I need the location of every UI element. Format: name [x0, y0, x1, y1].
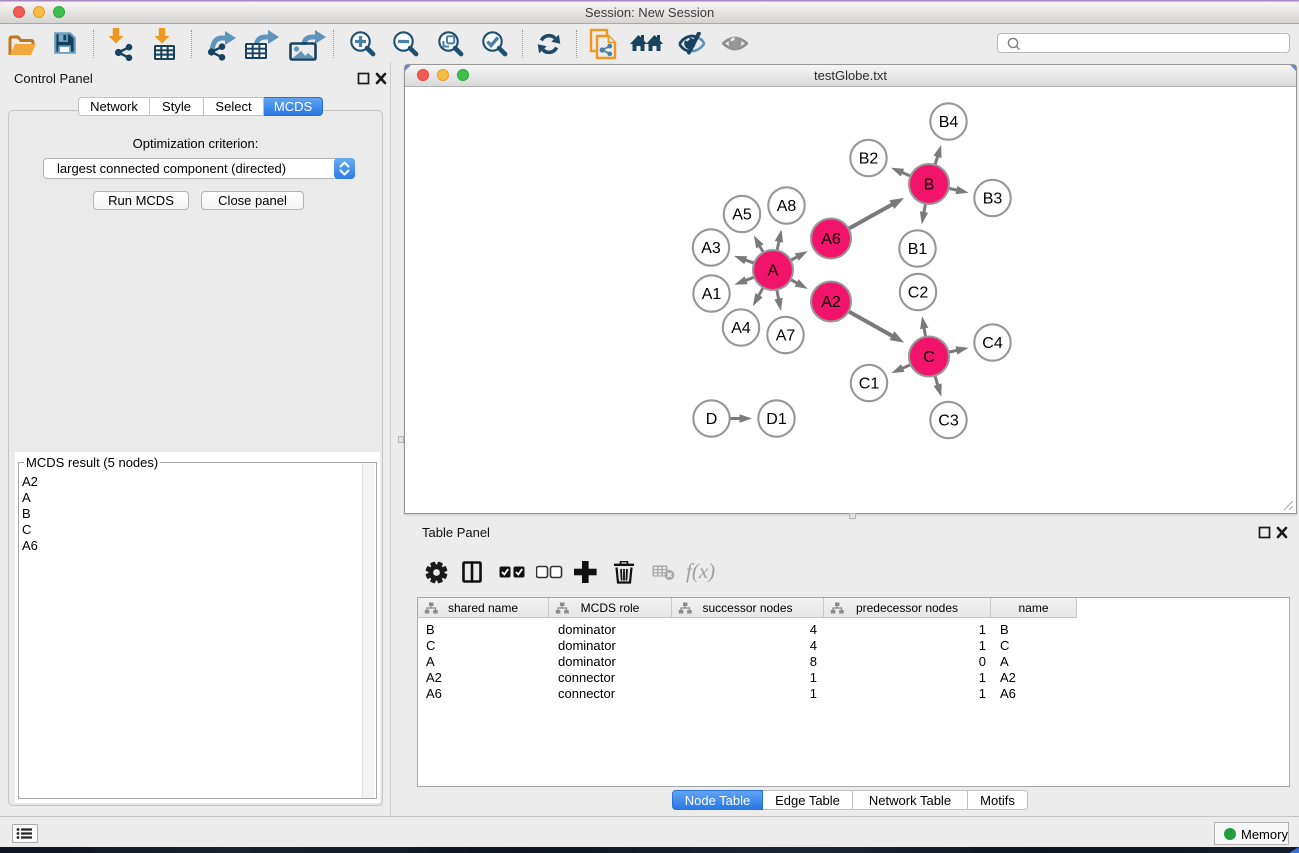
- svg-text:B: B: [924, 177, 935, 194]
- svg-text:A2: A2: [821, 294, 841, 311]
- svg-text:A4: A4: [731, 320, 751, 337]
- svg-text:D1: D1: [766, 411, 787, 428]
- svg-text:B1: B1: [908, 241, 928, 258]
- svg-text:A7: A7: [776, 328, 796, 345]
- svg-text:C3: C3: [938, 413, 959, 430]
- svg-text:A3: A3: [701, 240, 721, 257]
- svg-text:B3: B3: [983, 191, 1003, 208]
- svg-text:C: C: [923, 349, 935, 366]
- svg-text:C4: C4: [982, 335, 1003, 352]
- svg-text:B2: B2: [859, 151, 879, 168]
- svg-text:C2: C2: [908, 285, 929, 302]
- svg-text:C1: C1: [859, 376, 880, 393]
- svg-text:A5: A5: [732, 207, 752, 224]
- svg-text:D: D: [706, 411, 718, 428]
- svg-text:B4: B4: [939, 114, 959, 131]
- svg-text:A6: A6: [821, 231, 841, 248]
- svg-text:A: A: [768, 263, 779, 280]
- svg-text:A1: A1: [702, 286, 722, 303]
- svg-text:A8: A8: [777, 198, 797, 215]
